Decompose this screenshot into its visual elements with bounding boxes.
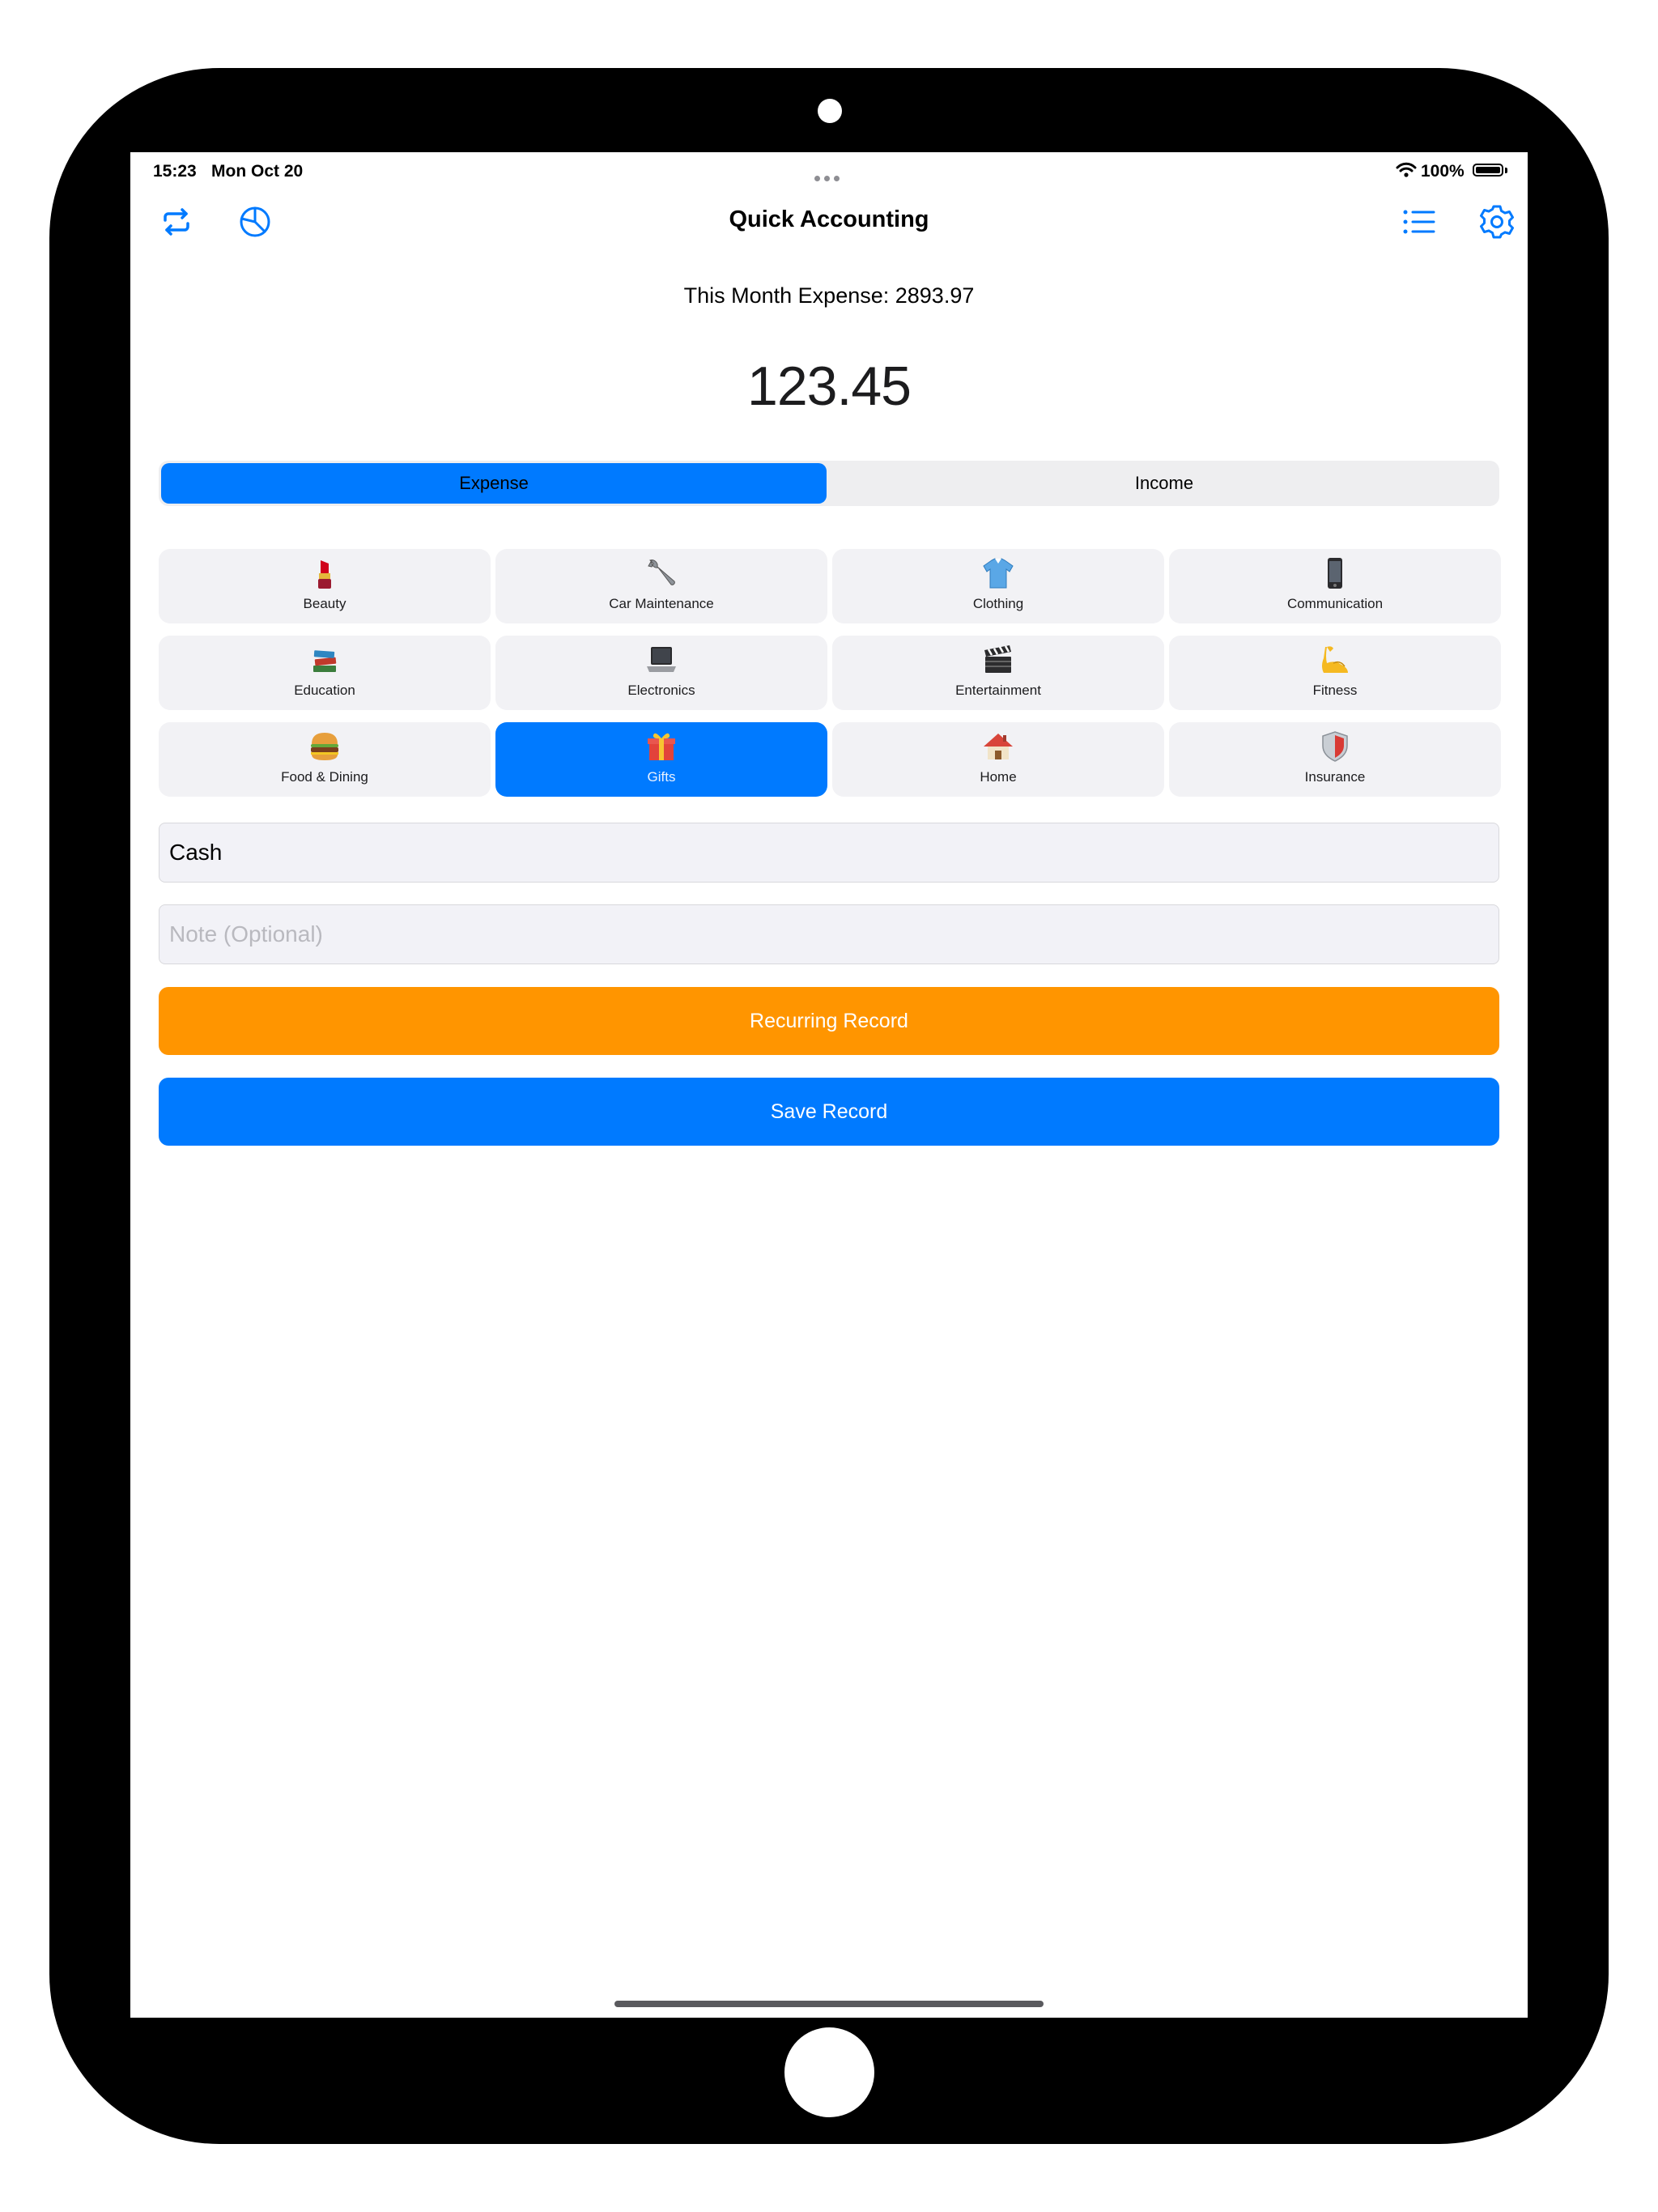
category-fitness[interactable]: Fitness [1169,636,1501,710]
list-icon[interactable] [1400,202,1439,241]
home-button[interactable] [784,2027,874,2117]
house-icon [984,734,1013,759]
status-time: 15:23 [153,162,197,181]
status-date: Mon Oct 20 [211,162,304,181]
category-electronics[interactable]: Electronics [495,636,827,710]
save-record-button[interactable]: Save Record [159,1078,1499,1146]
battery-icon [1473,164,1503,177]
laptop-icon [647,647,676,672]
multitask-dots-icon[interactable] [814,167,847,181]
gear-icon[interactable] [1477,202,1516,241]
books-icon [313,650,337,672]
category-entertainment[interactable]: Entertainment [832,636,1164,710]
note-input[interactable]: Note (Optional) [159,904,1499,964]
category-food-dining[interactable]: Food & Dining [159,722,491,797]
burger-icon [311,733,338,760]
battery-percent: 100% [1421,162,1465,181]
category-gifts[interactable]: Gifts [495,722,827,797]
wifi-icon [1396,162,1417,177]
wrench-icon [648,559,675,585]
category-clothing[interactable]: Clothing [832,549,1164,623]
month-expense-summary: This Month Expense: 2893.97 [683,283,975,308]
category-insurance[interactable]: Insurance [1169,722,1501,797]
shield-icon [1322,731,1348,762]
segment-expense[interactable]: Expense [161,463,827,504]
home-indicator [614,2001,1044,2007]
account-selector[interactable]: Cash [159,823,1499,883]
page-title: Quick Accounting [729,206,929,232]
front-camera [818,99,842,123]
clapper-icon [984,645,1011,673]
segment-income[interactable]: Income [831,463,1497,504]
category-car-maintenance[interactable]: Car Maintenance [495,549,827,623]
status-bar: 15:23 Mon Oct 20 100% [130,152,1528,188]
category-beauty[interactable]: Beauty [159,549,491,623]
lipstick-icon [318,560,331,589]
type-segmented-control: Expense Income [159,461,1499,506]
battery-tip [1505,168,1507,173]
recurring-record-button[interactable]: Recurring Record [159,987,1499,1055]
shirt-icon [983,558,1014,589]
phone-icon [1328,558,1342,589]
category-home[interactable]: Home [832,722,1164,797]
gift-icon [648,733,675,760]
biceps-icon [1322,646,1348,673]
amount-display[interactable]: 123.45 [130,355,1528,418]
category-communication[interactable]: Communication [1169,549,1501,623]
category-education[interactable]: Education [159,636,491,710]
app-screen: 15:23 Mon Oct 20 100% Quick Accounting T… [130,152,1528,2018]
